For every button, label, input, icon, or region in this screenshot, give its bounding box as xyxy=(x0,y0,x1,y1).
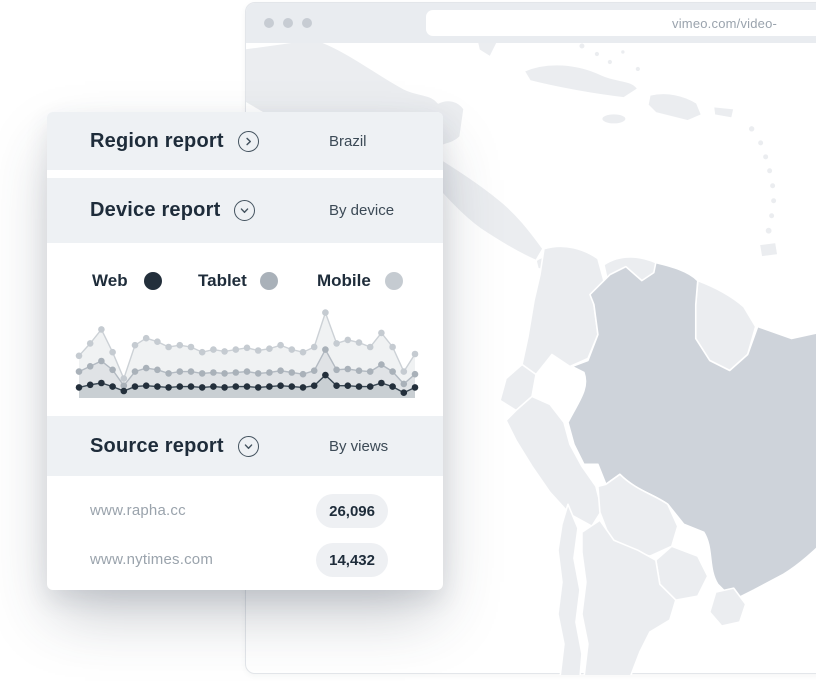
legend-label: Web xyxy=(92,271,128,290)
map-country xyxy=(601,113,627,125)
window-control-dot[interactable] xyxy=(302,18,312,28)
analytics-panel: Region report Brazil Device report By de… xyxy=(47,112,443,590)
window-control-dot[interactable] xyxy=(264,18,274,28)
legend-dot-web xyxy=(143,272,162,290)
device-chart xyxy=(75,309,419,398)
chevron-right-icon[interactable] xyxy=(237,130,259,152)
views-badge: 26,096 xyxy=(316,494,388,528)
window-control-dot[interactable] xyxy=(283,18,293,28)
source-row[interactable]: www.rapha.cc 26,096 xyxy=(47,494,443,528)
views-badge: 14,432 xyxy=(316,543,388,577)
legend-dot-tablet xyxy=(259,272,278,290)
map-country xyxy=(647,92,703,122)
region-report-value: Brazil xyxy=(329,132,367,150)
map-country xyxy=(557,503,583,675)
url-text: vimeo.com/video- xyxy=(672,16,778,31)
browser-chrome-bar: vimeo.com/video- xyxy=(246,3,816,43)
window-controls[interactable] xyxy=(264,18,312,28)
device-report-header[interactable]: Device report By device xyxy=(47,178,443,243)
source-domain: www.nytimes.com xyxy=(90,551,214,568)
source-report-value: By views xyxy=(329,437,389,455)
chevron-down-icon[interactable] xyxy=(237,435,259,457)
url-bar[interactable]: vimeo.com/video- xyxy=(426,10,816,36)
chart-legend: Web Tablet Mobile xyxy=(47,263,443,299)
map-islands xyxy=(578,43,641,73)
source-domain: www.rapha.cc xyxy=(90,502,186,519)
map-country xyxy=(713,106,735,119)
chevron-down-icon[interactable] xyxy=(234,200,256,221)
map-country xyxy=(523,63,639,99)
legend-dot-mobile xyxy=(384,272,403,290)
legend-item-tablet[interactable]: Tablet xyxy=(198,263,278,299)
device-report-title: Device report xyxy=(90,199,221,221)
legend-label: Mobile xyxy=(317,271,371,290)
source-report-title: Source report xyxy=(90,434,224,457)
source-row[interactable]: www.nytimes.com 14,432 xyxy=(47,543,443,577)
map-islands xyxy=(747,125,779,258)
legend-item-mobile[interactable]: Mobile xyxy=(317,263,403,299)
region-report-title: Region report xyxy=(90,129,224,152)
source-report-header[interactable]: Source report By views xyxy=(47,416,443,476)
device-report-value: By device xyxy=(329,202,395,219)
map-country xyxy=(476,43,498,58)
region-report-header[interactable]: Region report Brazil xyxy=(47,112,443,170)
legend-item-web[interactable]: Web xyxy=(92,263,162,299)
legend-label: Tablet xyxy=(198,271,247,290)
